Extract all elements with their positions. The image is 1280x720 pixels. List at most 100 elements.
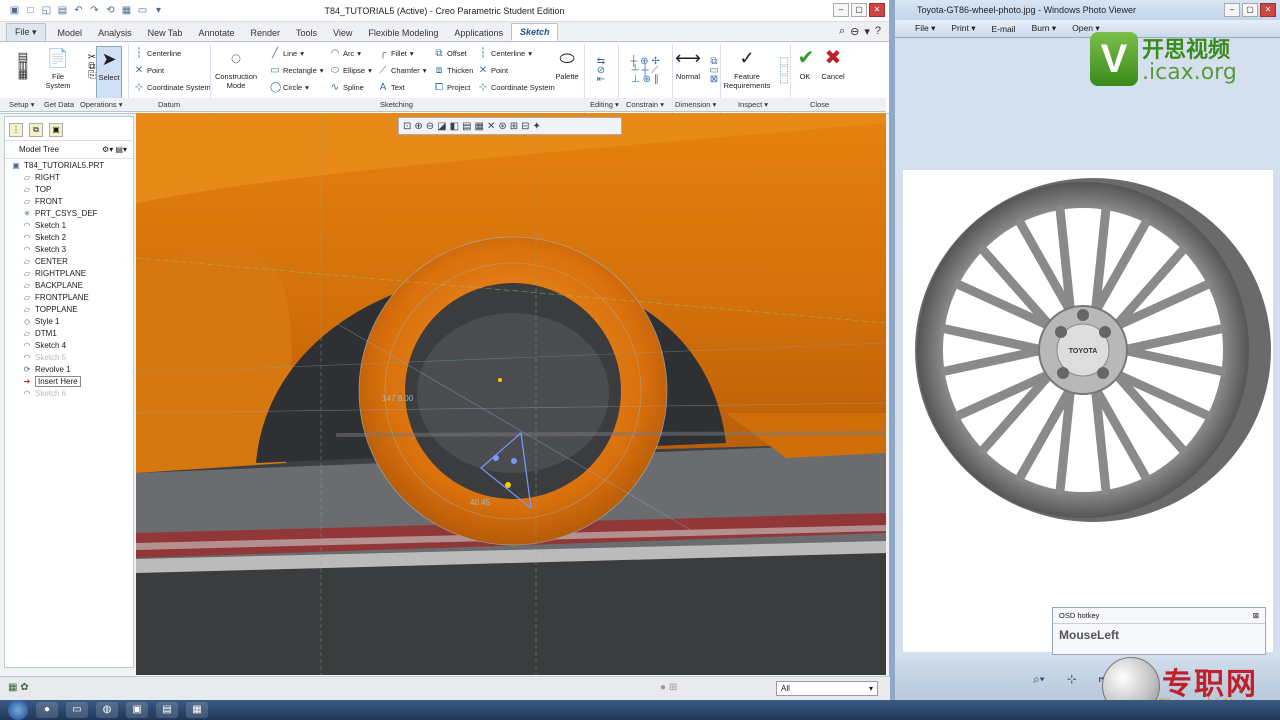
dimension-40[interactable]: 40.45 [470, 498, 491, 507]
settings-icon[interactable]: ⊖ [850, 25, 859, 38]
tree-item[interactable]: ▱ TOPPLANE [5, 303, 133, 315]
tree-item[interactable]: ▱ FRONTPLANE [5, 291, 133, 303]
group-constrain[interactable]: Constrain ▾ [626, 100, 664, 109]
project-button[interactable]: ⧠ Project [434, 82, 470, 93]
photo-close-button[interactable]: ✕ [1260, 3, 1276, 17]
taskbar-app-5[interactable]: ▤ [156, 702, 178, 718]
rectangle-button[interactable]: ▭ Rectangle ▾ [270, 65, 323, 76]
tab-sketch[interactable]: Sketch [510, 23, 559, 41]
circle-button[interactable]: ◯ Circle ▾ [270, 82, 309, 93]
annotation-display-icon[interactable]: ⊟ [521, 121, 529, 132]
group-dimension[interactable]: Dimension ▾ [675, 100, 716, 109]
ellipse-button[interactable]: ⬭ Ellipse ▾ [330, 65, 372, 76]
datum-csys-button[interactable]: ⊹ Coordinate System [134, 82, 211, 93]
sketch-view-icon[interactable]: ⊞ [510, 121, 518, 132]
sketch-centerline-button[interactable]: ┆ Centerline ▾ [478, 48, 532, 59]
line-button[interactable]: ╱ Line ▾ [270, 48, 304, 59]
tree-item[interactable]: ◠ Sketch 2 [5, 231, 133, 243]
repaint-icon[interactable]: ◪ [437, 121, 446, 132]
taskbar-app-3[interactable]: ◍ [96, 702, 118, 718]
tab-analysis[interactable]: Analysis [90, 25, 140, 41]
group-editing[interactable]: Editing ▾ [590, 100, 619, 109]
tree-item[interactable]: ▱ FRONT [5, 195, 133, 207]
help-icon[interactable]: ? [875, 25, 881, 38]
sketcher-display-icon[interactable]: ✦ [533, 121, 541, 132]
zoom-out-icon[interactable]: ⊖ [426, 121, 434, 132]
tab-tools[interactable]: Tools [288, 25, 325, 41]
photo-menu-burn[interactable]: Burn ▾ [1032, 23, 1057, 34]
spin-center-icon[interactable]: ⊛ [498, 121, 506, 132]
datum-centerline-button[interactable]: ┆ Centerline [134, 48, 181, 59]
tab-annotate[interactable]: Annotate [190, 25, 242, 41]
maximize-button[interactable]: ▢ [851, 3, 867, 17]
tab-applications[interactable]: Applications [446, 25, 511, 41]
normal-dimension-button[interactable]: ⟷ Normal [674, 46, 702, 82]
tree-item[interactable]: ➔ Insert Here [5, 375, 133, 387]
tree-item[interactable]: ◠ Sketch 3 [5, 243, 133, 255]
osd-close-icon[interactable]: ⊠ [1253, 611, 1259, 620]
dimension-147[interactable]: 147.8.00 [382, 394, 414, 403]
tree-item[interactable]: ⟳ Revolve 1 [5, 363, 133, 375]
zoom-icon[interactable]: ⌕▾ [1033, 672, 1045, 687]
taskbar-app-1[interactable]: ● [36, 702, 58, 718]
folder-icon[interactable]: ▣ [49, 123, 63, 137]
graphics-viewport[interactable]: 147.8.00 40.45 ⊡ ⊕ ⊖ ◪ ◧ ▤ ▦ ✕ ⊛ ⊞ ⊟ ✦ [136, 113, 886, 675]
dropdown-icon[interactable]: ▾ [864, 25, 870, 38]
tree-item[interactable]: ✳ PRT_CSYS_DEF [5, 207, 133, 219]
datum-display-icon[interactable]: ✕ [487, 121, 495, 132]
tree-item[interactable]: ◠ Sketch 6 [5, 387, 133, 399]
photo-menu-email[interactable]: E-mail [991, 24, 1015, 34]
photo-menu-print[interactable]: Print ▾ [951, 23, 975, 34]
tree-settings-icons[interactable]: ⚙▾ ▤▾ [102, 145, 127, 154]
group-operations[interactable]: Operations ▾ [80, 100, 123, 109]
layers-icon[interactable]: ⧉ [29, 123, 43, 137]
group-setup[interactable]: Setup ▾ [9, 100, 34, 109]
tree-item[interactable]: ◠ Sketch 4 [5, 339, 133, 351]
tree-item[interactable]: ◇ Style 1 [5, 315, 133, 327]
taskbar-app-2[interactable]: ▭ [66, 702, 88, 718]
tree-item[interactable]: ▱ RIGHT [5, 171, 133, 183]
tree-item[interactable]: ▱ RIGHTPLANE [5, 267, 133, 279]
actual-size-icon[interactable]: ⊹ [1067, 672, 1077, 686]
feature-requirements-button[interactable]: ✓ Feature Requirements [722, 46, 772, 91]
palette-button[interactable]: ⬭ Palette [552, 46, 582, 82]
fillet-button[interactable]: ╭ Fillet ▾ [378, 48, 414, 59]
tab-view[interactable]: View [325, 25, 360, 41]
spline-button[interactable]: ∿ Spline [330, 82, 364, 93]
tree-root[interactable]: ▣ T84_TUTORIAL5.PRT [5, 159, 133, 171]
tab-flexible-modeling[interactable]: Flexible Modeling [360, 25, 446, 41]
tab-model[interactable]: Model [50, 25, 91, 41]
tab-file[interactable]: File ▾ [6, 23, 46, 41]
offset-button[interactable]: ⧉ Offset [434, 48, 466, 59]
ok-button[interactable]: ✔ OK [794, 46, 816, 82]
taskbar-app-4[interactable]: ▣ [126, 702, 148, 718]
sketch-csys-button[interactable]: ⊹ Coordinate System [478, 82, 555, 93]
inspect-icon-stack[interactable]: ⬚ ⬚ ⬚ [772, 46, 796, 94]
minimize-button[interactable]: – [833, 3, 849, 17]
close-button[interactable]: ✕ [869, 3, 885, 17]
photo-maximize-button[interactable]: ▢ [1242, 3, 1258, 17]
constrain-icon-grid[interactable]: ┼ ⊕ ✢ ┴ ┼ ⟋ ⊥ ⊕ ∥ [620, 46, 670, 94]
editing-icon-stack[interactable]: ⇆ ⊘ ⇤ [589, 46, 613, 94]
taskbar-app-6[interactable]: ▦ [186, 702, 208, 718]
file-system-button[interactable]: 📄 File System [40, 46, 76, 91]
cad-model-view[interactable]: 147.8.00 40.45 [136, 113, 886, 675]
zoom-in-icon[interactable]: ⊕ [414, 121, 422, 132]
construction-mode-button[interactable]: ◌ Construction Mode [214, 46, 258, 91]
datum-point-button[interactable]: ✕ Point [134, 65, 164, 76]
selection-filter-dropdown[interactable]: All ▾ [776, 681, 878, 696]
view-manager-icon[interactable]: ▦ [475, 121, 484, 132]
chamfer-button[interactable]: ⟋ Chamfer ▾ [378, 65, 427, 76]
tree-item[interactable]: ▱ BACKPLANE [5, 279, 133, 291]
setup-icon-stack[interactable]: ▤ ▥ ▦ [11, 46, 35, 86]
thicken-button[interactable]: ⧈ Thicken [434, 65, 473, 76]
tree-item[interactable]: ▱ DTM1 [5, 327, 133, 339]
group-inspect[interactable]: Inspect ▾ [738, 100, 768, 109]
saved-views-icon[interactable]: ▤ [462, 121, 471, 132]
tree-view-icon[interactable]: ⋮ [9, 123, 23, 137]
tree-item[interactable]: ◠ Sketch 1 [5, 219, 133, 231]
tree-item[interactable]: ▱ TOP [5, 183, 133, 195]
display-style-icon[interactable]: ◧ [450, 121, 459, 132]
search-icon[interactable]: ⌕ [839, 25, 845, 38]
refit-icon[interactable]: ⊡ [403, 121, 411, 132]
